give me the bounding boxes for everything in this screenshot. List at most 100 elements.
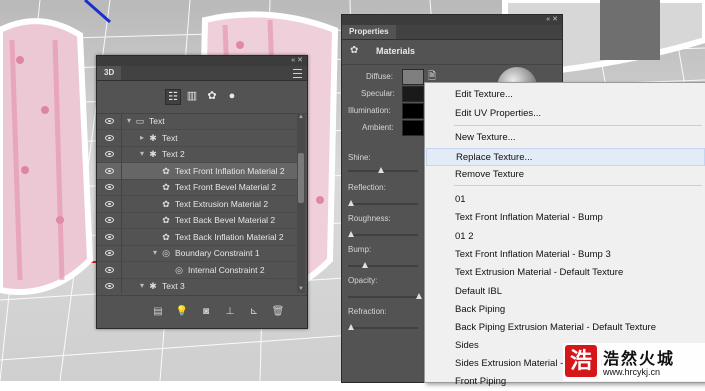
light-bulb-icon[interactable]: 💡	[175, 305, 189, 319]
ambient-label: Ambient:	[362, 123, 394, 132]
visibility-eye-icon[interactable]	[105, 283, 114, 289]
camera-view-icon[interactable]: ◙	[199, 305, 213, 319]
tree-row-label: Text 3	[162, 281, 185, 291]
trash-icon[interactable]: 🗑	[271, 305, 285, 319]
materials-filter-icon[interactable]: ✿	[205, 89, 219, 103]
watermark-url: www.hrcykj.cn	[603, 367, 661, 377]
visibility-eye-icon[interactable]	[105, 217, 114, 223]
shine-slider-knob[interactable]	[378, 167, 384, 173]
roughness-slider-knob[interactable]	[348, 231, 354, 237]
visibility-eye-icon[interactable]	[105, 118, 114, 124]
context-menu-item[interactable]: Remove Texture	[426, 166, 705, 184]
opacity-slider-knob[interactable]	[416, 293, 422, 299]
whole-scene-filter-icon[interactable]: ☷	[165, 89, 181, 105]
context-menu-item[interactable]: Replace Texture...	[426, 148, 705, 166]
chevron-down-icon[interactable]: ▾	[138, 146, 146, 162]
watermark-logo: 浩	[565, 345, 597, 377]
context-menu-item[interactable]: Back Piping	[426, 301, 705, 319]
row-divider	[121, 146, 122, 162]
tab-3d[interactable]: 3D	[97, 66, 122, 80]
context-menu-item[interactable]: 01 2	[426, 228, 705, 246]
visibility-eye-icon[interactable]	[105, 200, 114, 207]
refraction-slider[interactable]	[348, 324, 418, 330]
collapse-icon[interactable]: « ✕	[291, 56, 303, 66]
context-menu-item[interactable]: Back Piping Extrusion Material - Default…	[426, 319, 705, 337]
chevron-right-icon[interactable]: ▸	[138, 130, 146, 146]
bump-slider-knob[interactable]	[362, 262, 368, 268]
mesh-icon: ✱	[149, 281, 157, 291]
context-menu-item[interactable]: New Texture...	[426, 129, 705, 147]
shine-slider[interactable]	[348, 167, 418, 173]
context-menu-item[interactable]: Edit Texture...	[426, 86, 705, 104]
add-constraint-icon[interactable]: ⊾	[247, 305, 261, 319]
panel-menu-icon[interactable]	[293, 69, 302, 78]
diffuse-color-swatch[interactable]	[402, 69, 424, 85]
panel-3d-titlebar[interactable]: « ✕	[97, 56, 307, 66]
scroll-down-icon[interactable]: ▼	[297, 285, 305, 293]
scene-tree: ▾ ▭ Text ▸ ✱ Text ▾ ✱ Text 2 ✿ Text Front Inflatio…	[97, 113, 297, 293]
tree-row-label: Text Front Inflation Material 2	[175, 165, 285, 176]
properties-titlebar[interactable]: « ✕	[342, 15, 562, 25]
chevron-down-icon[interactable]: ▾	[125, 113, 133, 129]
refraction-slider-knob[interactable]	[348, 324, 354, 330]
tab-properties[interactable]: Properties	[342, 25, 396, 39]
ambient-color-swatch[interactable]	[402, 120, 424, 136]
tree-row[interactable]: ◎ Internal Constraint 2	[97, 261, 297, 279]
tree-row[interactable]: ▾ ◎ Boundary Constraint 1	[97, 245, 297, 262]
constraint-icon: ◎	[175, 264, 183, 275]
context-menu-item[interactable]: Default IBL	[426, 283, 705, 301]
visibility-eye-icon[interactable]	[105, 167, 114, 174]
mesh-icon: ✱	[149, 149, 157, 159]
tree-row[interactable]: ✿ Text Back Bevel Material 2	[97, 212, 297, 229]
tree-row[interactable]: ✿ Text Extrusion Material 2	[97, 195, 297, 213]
visibility-eye-icon[interactable]	[105, 266, 114, 273]
meshes-filter-icon[interactable]: ▥	[185, 89, 199, 103]
drop-to-plane-icon[interactable]: ⊥	[223, 305, 237, 319]
reflection-slider[interactable]	[348, 200, 418, 206]
row-divider	[121, 113, 122, 129]
render-icon[interactable]: ▤	[151, 305, 165, 319]
visibility-eye-icon[interactable]	[105, 250, 114, 256]
materials-header: ✿ Materials	[342, 40, 562, 65]
context-menu-item[interactable]: Text Extrusion Material - Default Textur…	[426, 264, 705, 282]
reflection-slider-knob[interactable]	[348, 200, 354, 206]
context-menu-item-label: New Texture...	[455, 132, 516, 143]
visibility-eye-icon[interactable]	[105, 134, 114, 141]
tree-row-label: Text	[162, 132, 178, 143]
tree-row[interactable]: ✿ Text Front Inflation Material 2	[97, 162, 297, 180]
context-menu-item[interactable]: 01	[426, 191, 705, 209]
chevron-down-icon[interactable]: ▾	[151, 245, 159, 261]
refraction-label: Refraction:	[348, 307, 387, 316]
tree-row[interactable]: ▾ ✱ Text 3	[97, 278, 297, 293]
visibility-eye-icon[interactable]	[105, 184, 114, 190]
context-menu-item[interactable]: Edit UV Properties...	[426, 105, 705, 123]
bump-slider[interactable]	[348, 262, 418, 268]
illumination-color-swatch[interactable]	[402, 103, 424, 119]
scroll-thumb[interactable]	[298, 153, 304, 203]
opacity-slider[interactable]	[348, 293, 422, 299]
specular-color-swatch[interactable]	[402, 86, 424, 102]
context-menu-item-label: Back Piping Extrusion Material - Default…	[455, 322, 656, 333]
context-menu-item[interactable]: Text Front Inflation Material - Bump	[426, 209, 705, 227]
context-menu-item[interactable]: Text Front Inflation Material - Bump 3	[426, 246, 705, 264]
tree-row[interactable]: ▸ ✱ Text	[97, 129, 297, 147]
context-menu-item-label: Default IBL	[455, 286, 502, 297]
tree-row[interactable]: ▾ ✱ Text 2	[97, 146, 297, 163]
texture-menu-icon[interactable]: 🗎	[428, 69, 442, 83]
row-divider	[121, 245, 122, 261]
scroll-up-icon[interactable]: ▲	[297, 113, 305, 121]
context-menu-item-label: Edit UV Properties...	[455, 108, 542, 119]
tree-scrollbar[interactable]: ▲ ▼	[297, 113, 305, 293]
tree-row[interactable]: ✿ Text Front Bevel Material 2	[97, 179, 297, 196]
chevron-down-icon[interactable]: ▾	[138, 278, 146, 293]
context-menu-item-label: Remove Texture	[455, 169, 524, 180]
tree-row[interactable]: ▾ ▭ Text	[97, 113, 297, 130]
collapse-icon[interactable]: « ✕	[546, 15, 558, 25]
visibility-eye-icon[interactable]	[105, 233, 114, 240]
visibility-eye-icon[interactable]	[105, 151, 114, 157]
lights-filter-icon[interactable]: ●	[225, 89, 239, 103]
tree-row[interactable]: ✿ Text Back Inflation Material 2	[97, 228, 297, 246]
roughness-slider[interactable]	[348, 231, 418, 237]
